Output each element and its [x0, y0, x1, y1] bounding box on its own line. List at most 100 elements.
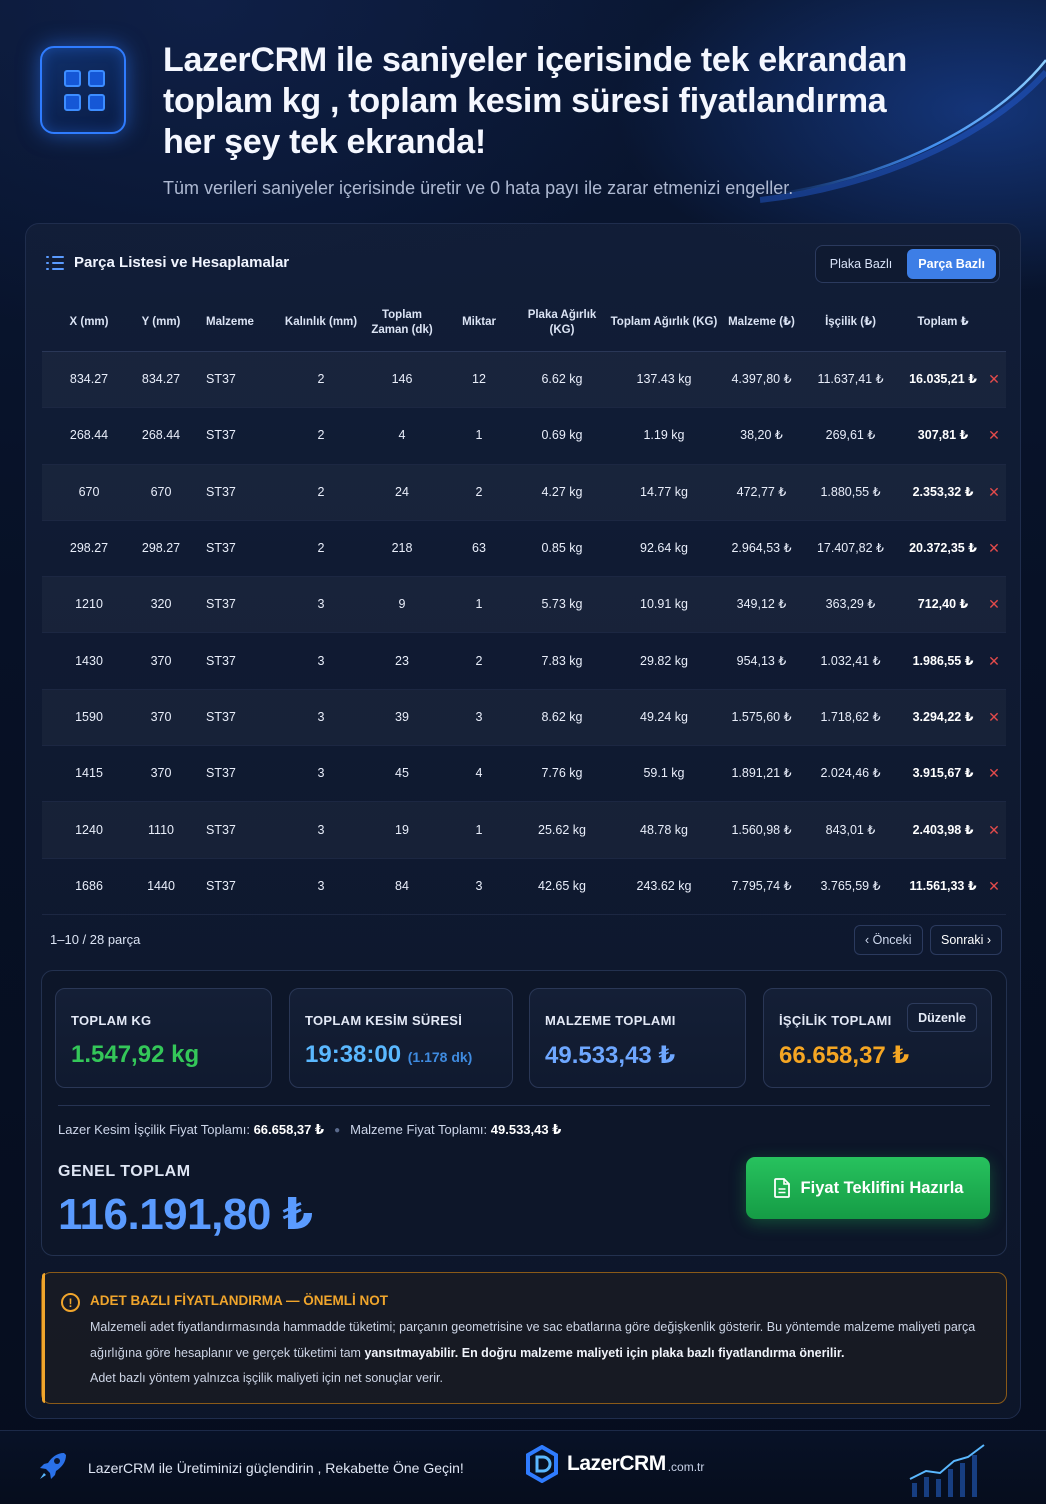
cell-y: 670 — [150, 484, 172, 499]
cell-quantity: 4 — [475, 766, 483, 781]
header-col-y: Y (mm) — [141, 316, 181, 328]
header-col-total: Toplam ₺ — [917, 316, 969, 328]
edit-labor-button[interactable]: Düzenle — [907, 1003, 977, 1032]
cell-total-weight: 49.24 kg — [640, 709, 688, 724]
labor-total-value: 66.658,37 ₺ — [779, 1042, 910, 1069]
cell-thickness: 2 — [317, 541, 325, 556]
delete-row-icon[interactable]: ✕ — [984, 766, 1004, 781]
cell-total-time: 4 — [398, 428, 406, 443]
delete-row-icon[interactable]: ✕ — [984, 484, 1004, 500]
cell-labor-cost: 1.880,55 ₺ — [820, 484, 881, 499]
summary-divider — [58, 1105, 990, 1106]
header-col-material-cost: Malzeme (₺) — [728, 316, 795, 328]
cell-x: 1590 — [75, 709, 103, 724]
cell-total-weight: 29.82 kg — [640, 653, 688, 668]
delete-row-icon[interactable]: ✕ — [984, 709, 1004, 725]
toggle-plate-based[interactable]: Plaka Bazlı — [819, 249, 904, 279]
document-icon — [773, 1178, 790, 1198]
cell-y: 268.44 — [141, 428, 181, 443]
cell-plate-weight: 4.27 kg — [541, 484, 583, 499]
total-kg-card: TOPLAM KG 1.547,92 kg — [55, 988, 272, 1088]
pagination-info: 1–10 / 28 parça — [50, 932, 141, 947]
header-col-labor-cost: İşçilik (₺) — [825, 316, 876, 328]
cell-total-time: 39 — [395, 709, 409, 724]
cell-thickness: 2 — [317, 372, 325, 387]
cell-plate-weight: 8.62 kg — [541, 709, 583, 724]
cell-labor-cost: 1.032,41 ₺ — [820, 653, 881, 668]
cell-quantity: 2 — [475, 484, 483, 499]
cell-labor-cost: 363,29 ₺ — [825, 597, 876, 612]
delete-row-icon[interactable]: ✕ — [984, 541, 1004, 556]
cell-plate-weight: 7.76 kg — [541, 766, 583, 781]
delete-row-icon[interactable]: ✕ — [984, 653, 1004, 669]
warning-accent-bar — [42, 1273, 45, 1403]
total-kg-label: TOPLAM KG — [71, 1013, 152, 1028]
cell-plate-weight: 7.83 kg — [541, 653, 583, 668]
warning-text: Malzemeli adet fiyatlandırmasında hammad… — [90, 1315, 990, 1392]
cell-x: 268.44 — [69, 428, 109, 443]
cell-material-cost: 472,77 ₺ — [736, 484, 787, 499]
labor-line-value: 66.658,37 ₺ — [253, 1122, 325, 1137]
delete-row-icon[interactable]: ✕ — [984, 878, 1004, 894]
cell-material: ST37 — [206, 709, 236, 724]
lazercrm-logo[interactable]: LazerCRM .com.tr — [525, 1445, 704, 1483]
cell-x: 834.27 — [69, 372, 109, 387]
cell-total-time: 146 — [391, 372, 413, 387]
cell-plate-weight: 42.65 kg — [538, 878, 586, 893]
cell-y: 1110 — [148, 822, 174, 837]
cell-total-time: 218 — [391, 541, 413, 556]
app-grid-icon — [40, 46, 126, 134]
cell-plate-weight: 0.69 kg — [541, 428, 583, 443]
cut-time-value: 19:38:00 (1.178 dk) — [305, 1041, 472, 1069]
cell-labor-cost: 3.765,59 ₺ — [820, 878, 881, 893]
cell-quantity: 3 — [475, 709, 483, 724]
cell-total: 3.915,67 ₺ — [912, 766, 974, 781]
material-line-value: 49.533,43 ₺ — [490, 1122, 562, 1137]
next-page-button[interactable]: Sonraki › — [930, 925, 1003, 955]
header-col-total-weight: Toplam Ağırlık (KG) — [610, 316, 718, 328]
cell-total: 3.294,22 ₺ — [912, 709, 974, 724]
cell-material: ST37 — [206, 428, 236, 443]
prev-page-button[interactable]: ‹ Önceki — [854, 925, 923, 955]
cell-x: 1415 — [75, 766, 103, 781]
cell-total-weight: 1.19 kg — [643, 428, 685, 443]
cell-thickness: 2 — [317, 428, 325, 443]
labor-line-label: Lazer Kesim İşçilik Fiyat Toplamı: — [58, 1122, 250, 1137]
warning-text-bold: yansıtmayabilir. En doğru malzeme maliye… — [364, 1345, 845, 1360]
delete-row-icon[interactable]: ✕ — [984, 822, 1004, 838]
delete-row-icon[interactable]: ✕ — [984, 597, 1004, 612]
cell-material: ST37 — [206, 822, 236, 837]
cell-x: 298.27 — [69, 541, 109, 556]
price-breakdown: Lazer Kesim İşçilik Fiyat Toplamı: 66.65… — [58, 1122, 561, 1138]
cell-total-time: 23 — [395, 653, 409, 668]
hero-subtitle: Tüm verileri saniyeler içerisinde üretir… — [163, 178, 794, 198]
cell-plate-weight: 5.73 kg — [541, 597, 583, 612]
table-row: 298.27 298.27 ST37 2 218 63 0.85 kg 92.64 kg 2.9… — [42, 521, 1006, 578]
table-row: 1415 370 ST37 3 45 4 7.76 kg 59.1 kg 1.891,21 ₺ 2… — [42, 746, 1006, 803]
cell-x: 1210 — [75, 597, 103, 612]
cell-thickness: 3 — [317, 878, 325, 893]
cell-total-weight: 10.91 kg — [640, 597, 688, 612]
delete-row-icon[interactable]: ✕ — [984, 372, 1004, 387]
cell-x: 670 — [78, 484, 100, 499]
cell-total: 2.403,98 ₺ — [912, 822, 974, 837]
rocket-icon — [40, 1453, 66, 1479]
logo-name: LazerCRM — [567, 1452, 666, 1475]
cell-quantity: 12 — [472, 372, 486, 387]
table-row: 1430 370 ST37 3 23 2 7.83 kg 29.82 kg 954,13 ₺ 1.… — [42, 633, 1006, 690]
cell-x: 1686 — [75, 878, 103, 893]
cell-plate-weight: 25.62 kg — [538, 822, 586, 837]
cell-material-cost: 349,12 ₺ — [736, 597, 787, 612]
footer: LazerCRM ile Üretiminizi güçlendirin , R… — [0, 1430, 1046, 1504]
cell-y: 1440 — [147, 878, 175, 893]
cell-quantity: 1 — [475, 597, 483, 612]
table-row: 1210 320 ST37 3 9 1 5.73 kg 10.91 kg 349,12 ₺ 363… — [42, 577, 1006, 634]
cell-total-time: 84 — [395, 878, 409, 893]
prepare-quote-button[interactable]: Fiyat Teklifini Hazırla — [746, 1157, 990, 1219]
toggle-part-based[interactable]: Parça Bazlı — [907, 249, 996, 279]
parts-table: X (mm) Y (mm) Malzeme Kalınlık (mm) Toplam Z… — [42, 294, 1006, 915]
cell-material: ST37 — [206, 878, 236, 893]
delete-row-icon[interactable]: ✕ — [984, 428, 1004, 443]
table-row: 834.27 834.27 ST37 2 146 12 6.62 kg 137.43 kg 4.… — [42, 352, 1006, 409]
cell-labor-cost: 269,61 ₺ — [825, 428, 876, 443]
